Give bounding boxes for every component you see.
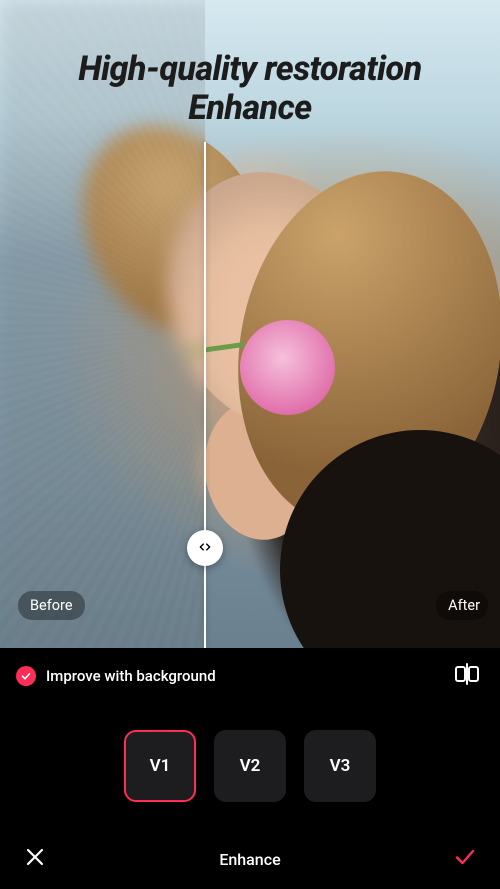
checkmark-icon (20, 667, 32, 686)
split-compare-icon (454, 663, 480, 689)
version-button-v2[interactable]: V2 (214, 730, 286, 802)
image-compare-preview: High-quality restoration Enhance Before … (0, 0, 500, 648)
after-label: After (436, 591, 488, 620)
cancel-button[interactable] (18, 842, 52, 876)
version-label: V3 (330, 756, 351, 776)
version-button-v3[interactable]: V3 (304, 730, 376, 802)
option-checkbox[interactable] (16, 666, 36, 686)
compare-handle-icon (198, 539, 212, 558)
version-label: V1 (150, 756, 171, 776)
checkmark-icon (453, 845, 477, 873)
version-selector: V1 V2 V3 (0, 730, 500, 802)
controls-panel: Improve with background V1 V2 V3 (0, 648, 500, 889)
footer-bar: Enhance (0, 829, 500, 889)
version-label: V2 (240, 756, 261, 776)
version-button-v1[interactable]: V1 (124, 730, 196, 802)
close-icon (23, 845, 47, 873)
compare-slider-handle[interactable] (187, 530, 223, 566)
confirm-button[interactable] (448, 842, 482, 876)
before-label: Before (18, 591, 85, 620)
option-row: Improve with background (0, 648, 500, 696)
compare-toggle-button[interactable] (450, 662, 484, 690)
footer-title: Enhance (0, 850, 500, 869)
option-label: Improve with background (46, 667, 450, 685)
